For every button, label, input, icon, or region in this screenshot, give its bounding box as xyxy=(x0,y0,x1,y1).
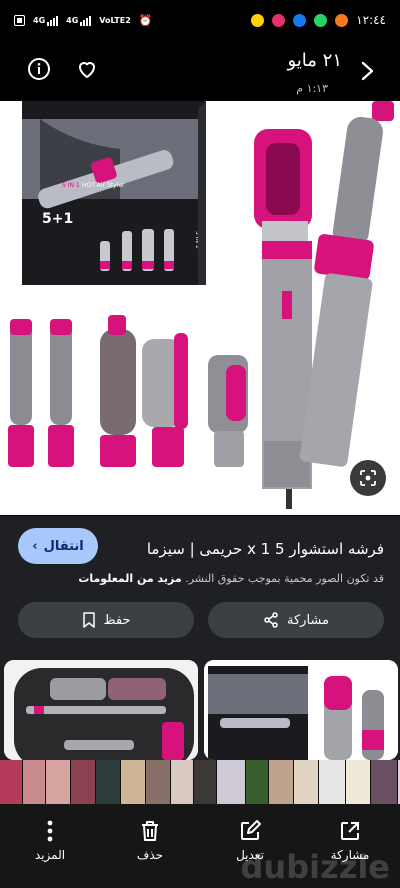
related-image-box[interactable] xyxy=(204,660,398,760)
thumbnail-strip[interactable] xyxy=(0,760,400,804)
thumbnail[interactable] xyxy=(146,760,170,804)
signal-bars-icon xyxy=(80,15,92,26)
visit-label: انتقال xyxy=(43,538,84,554)
network-label-2: 4G xyxy=(66,15,79,25)
thumbnail[interactable] xyxy=(46,760,70,804)
more-action[interactable]: المزيد xyxy=(14,820,86,862)
info-icon[interactable] xyxy=(26,56,52,82)
share-icon xyxy=(264,612,278,628)
chevron-left-icon: ‹ xyxy=(32,538,38,554)
app-notification-icon xyxy=(335,13,349,27)
copyright-notice: قد تكون الصور محمية بموجب حقوق النشر. مز… xyxy=(78,572,384,585)
thumbnail[interactable] xyxy=(294,760,318,804)
watermark-text: dubizzle xyxy=(240,848,390,886)
bottom-action-bar: مشاركة تعديل حذف المزيد dubizzle xyxy=(0,804,400,888)
lens-icon xyxy=(360,470,376,486)
image-info-panel: ‹ انتقال فرشه استشوار 5 x 1 حريمى | سيزم… xyxy=(0,516,400,660)
related-images xyxy=(0,660,400,760)
save-button[interactable]: حفظ xyxy=(18,602,194,638)
battery-icon xyxy=(14,14,25,26)
more-vertical-icon xyxy=(47,820,53,842)
network-indicator-2: 4G xyxy=(66,15,92,26)
lens-search-button[interactable] xyxy=(350,460,386,496)
favorite-heart-icon[interactable] xyxy=(74,56,100,82)
snapchat-icon xyxy=(251,13,265,27)
network-indicator-1: 4G xyxy=(33,15,59,26)
thumbnail[interactable] xyxy=(71,760,95,804)
product-image[interactable]: 5 IN 1 HOT Air Styler 5+1 5 IN 1 xyxy=(0,101,400,515)
copyright-text: قد تكون الصور محمية بموجب حقوق النشر. xyxy=(185,572,384,585)
status-right: 4G 4G VoLTE2 ⏰ xyxy=(14,14,153,27)
visit-button[interactable]: ‹ انتقال xyxy=(18,528,98,564)
share-button[interactable]: مشاركة xyxy=(208,602,384,638)
whatsapp-icon xyxy=(314,13,328,27)
box-product-text: HOT Air Styler xyxy=(82,182,125,189)
product-illustration: 5 IN 1 HOT Air Styler 5+1 5 IN 1 xyxy=(8,101,394,509)
more-action-label: المزيد xyxy=(34,848,66,862)
signal-bars-icon xyxy=(47,15,59,26)
clock-text: ١٢:٤٤ xyxy=(356,13,386,27)
bookmark-icon xyxy=(82,612,95,628)
thumbnail[interactable] xyxy=(371,760,397,804)
box-badge-text: 5 IN 1 xyxy=(62,182,80,189)
related-image-case[interactable] xyxy=(4,660,198,760)
thumbnail[interactable] xyxy=(269,760,293,804)
status-left: ١٢:٤٤ xyxy=(251,13,386,27)
network-label-1: 4G xyxy=(33,15,46,25)
thumbnail[interactable] xyxy=(0,760,22,804)
back-chevron-icon[interactable] xyxy=(354,58,380,84)
box-tag-text: 5+1 xyxy=(42,211,73,227)
edit-icon xyxy=(241,820,261,840)
instagram-icon xyxy=(272,13,286,27)
facebook-icon xyxy=(293,13,307,27)
box-illustration xyxy=(204,660,398,760)
top-bar: ٢١ مايو ١:١٣ م xyxy=(0,40,400,100)
status-bar: 4G 4G VoLTE2 ⏰ ١٢:٤٤ xyxy=(0,0,400,40)
alarm-icon: ⏰ xyxy=(138,13,153,27)
share-label: مشاركة xyxy=(287,612,329,628)
thumbnail[interactable] xyxy=(246,760,268,804)
more-info-link[interactable]: مزيد من المعلومات xyxy=(78,572,181,585)
thumbnail[interactable] xyxy=(23,760,45,804)
time-subtitle: ١:١٣ م xyxy=(296,82,328,95)
thumbnail[interactable] xyxy=(121,760,145,804)
thumbnail[interactable] xyxy=(346,760,370,804)
case-illustration xyxy=(4,660,198,760)
thumbnail[interactable] xyxy=(194,760,216,804)
date-title: ٢١ مايو xyxy=(287,50,343,71)
thumbnail[interactable] xyxy=(217,760,245,804)
volte-indicator: VoLTE2 xyxy=(99,15,131,25)
thumbnail[interactable] xyxy=(96,760,120,804)
open-external-icon xyxy=(341,822,359,840)
delete-action[interactable]: حذف xyxy=(114,820,186,862)
result-title[interactable]: فرشه استشوار 5 x 1 حريمى | سيزما xyxy=(147,540,384,558)
delete-action-label: حذف xyxy=(136,848,164,862)
thumbnail[interactable] xyxy=(319,760,345,804)
trash-icon xyxy=(142,821,158,841)
save-label: حفظ xyxy=(103,612,131,628)
thumbnail[interactable] xyxy=(171,760,193,804)
